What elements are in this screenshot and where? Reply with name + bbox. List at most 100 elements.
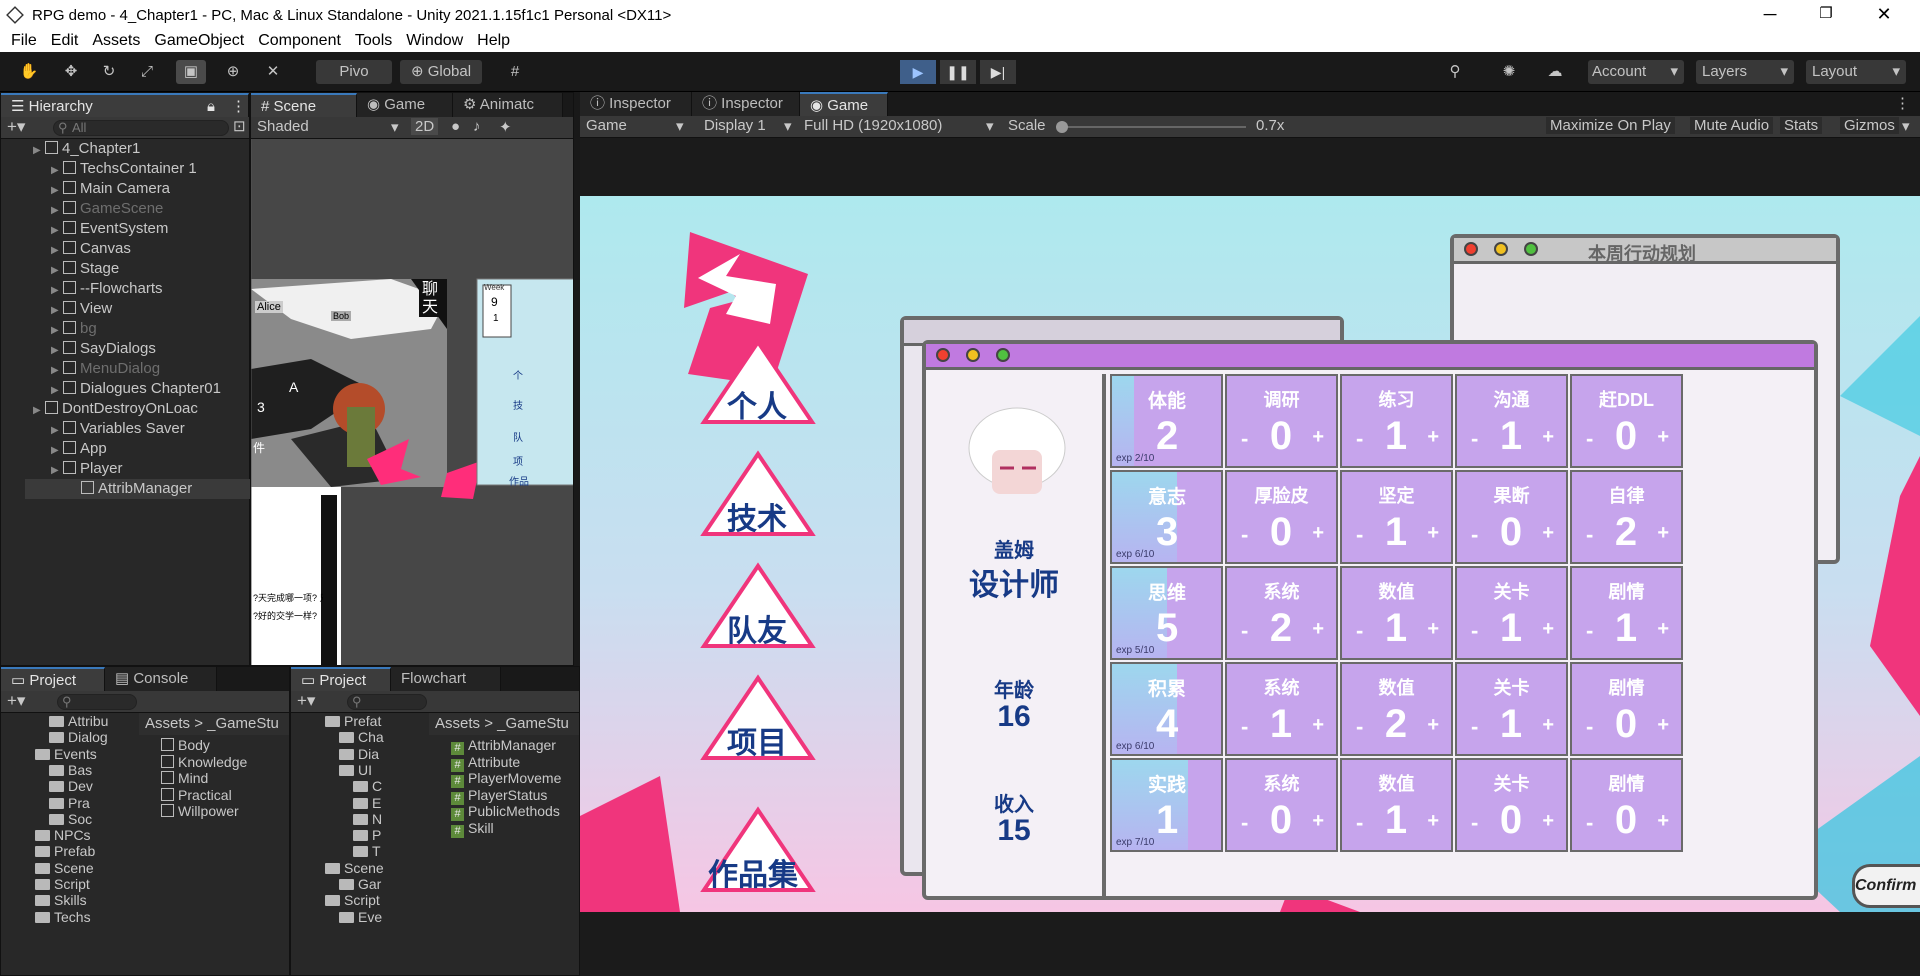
- folder-row[interactable]: Events: [1, 746, 137, 762]
- restore-button[interactable]: ❐: [1798, 0, 1854, 30]
- file-row[interactable]: # Skill: [451, 820, 494, 838]
- decrease-button[interactable]: -: [1586, 810, 1593, 836]
- game-canvas[interactable]: 个人 技术 队友 项目 作品集 本周行动规划 盖姆 设计师 年龄 16 收入 1…: [580, 196, 1920, 912]
- decrease-button[interactable]: -: [1241, 618, 1248, 644]
- scene-viewport[interactable]: Alice Bob 聊天 A 3 件 ?天完成哪一项? 兄 ?好的交学一样? W…: [251, 139, 573, 665]
- expand-arrow-icon[interactable]: ▶: [51, 361, 63, 381]
- resolution-dropdown[interactable]: Full HD (1920x1080): [804, 117, 942, 134]
- add-icon[interactable]: +▾: [7, 117, 25, 137]
- decrease-button[interactable]: -: [1241, 522, 1248, 548]
- collab-icon[interactable]: ✺: [1494, 60, 1524, 84]
- grid-snap-icon[interactable]: #: [500, 60, 530, 84]
- folder-row[interactable]: Eve: [291, 909, 427, 925]
- hierarchy-row[interactable]: ▶ TechsContainer 1: [25, 159, 251, 179]
- folder-row[interactable]: Gar: [291, 876, 427, 892]
- increase-button[interactable]: +: [1657, 714, 1669, 737]
- hierarchy-row[interactable]: ▶ GameScene: [25, 199, 251, 219]
- menu-item-3[interactable]: 队友: [702, 606, 812, 650]
- increase-button[interactable]: +: [1657, 810, 1669, 833]
- breadcrumb-gamestu[interactable]: _GameStu: [207, 715, 279, 732]
- increase-button[interactable]: +: [1312, 810, 1324, 833]
- menu-item-1[interactable]: 个人: [702, 382, 812, 426]
- hierarchy-row[interactable]: ▶ Main Camera: [25, 179, 251, 199]
- decrease-button[interactable]: -: [1586, 618, 1593, 644]
- expand-arrow-icon[interactable]: ▶: [51, 281, 63, 301]
- increase-button[interactable]: +: [1657, 522, 1669, 545]
- increase-button[interactable]: +: [1657, 426, 1669, 449]
- folder-row[interactable]: Scene: [291, 860, 427, 876]
- transform-tool-icon[interactable]: ⊕: [218, 60, 248, 84]
- lock-icon[interactable]: 🔒︎: [207, 95, 215, 119]
- hierarchy-row[interactable]: ▶ App: [25, 439, 251, 459]
- increase-button[interactable]: +: [1312, 618, 1324, 641]
- project-2-search-input[interactable]: ⚲: [347, 694, 427, 710]
- display-dropdown[interactable]: Display 1: [704, 117, 766, 134]
- decrease-button[interactable]: -: [1471, 618, 1478, 644]
- maximize-on-play-toggle[interactable]: Maximize On Play: [1546, 117, 1675, 134]
- search-icon[interactable]: ⚲: [1440, 60, 1470, 84]
- hierarchy-row[interactable]: ▶ bg: [25, 319, 251, 339]
- layers-dropdown[interactable]: Layers ▾: [1696, 60, 1794, 84]
- play-button[interactable]: ▶: [900, 60, 936, 84]
- filter-icon[interactable]: ⊡: [233, 117, 246, 135]
- game-view-dropdown[interactable]: Game: [586, 117, 627, 134]
- decrease-button[interactable]: -: [1586, 522, 1593, 548]
- increase-button[interactable]: +: [1427, 810, 1439, 833]
- decrease-button[interactable]: -: [1241, 714, 1248, 740]
- hand-tool-icon[interactable]: ✋: [14, 60, 44, 84]
- increase-button[interactable]: +: [1657, 618, 1669, 641]
- expand-arrow-icon[interactable]: ▶: [51, 201, 63, 221]
- rect-tool-icon[interactable]: ▣: [176, 60, 206, 84]
- hierarchy-row[interactable]: AttribManager: [25, 479, 251, 499]
- folder-row[interactable]: N: [291, 811, 427, 827]
- increase-button[interactable]: +: [1542, 426, 1554, 449]
- folder-row[interactable]: Prefab: [1, 843, 137, 859]
- breadcrumb-gamestu[interactable]: _GameStu: [497, 715, 569, 732]
- decrease-button[interactable]: -: [1586, 426, 1593, 452]
- increase-button[interactable]: +: [1312, 426, 1324, 449]
- mute-audio-toggle[interactable]: Mute Audio: [1690, 117, 1774, 134]
- hierarchy-search-input[interactable]: ⚲ All: [53, 120, 229, 136]
- folder-row[interactable]: Bas: [1, 762, 137, 778]
- add-icon[interactable]: +▾: [297, 691, 315, 711]
- file-row[interactable]: # AttribManager: [451, 737, 556, 755]
- hierarchy-row[interactable]: ▶ SayDialogs: [25, 339, 251, 359]
- decrease-button[interactable]: -: [1471, 810, 1478, 836]
- increase-button[interactable]: +: [1427, 426, 1439, 449]
- tab-inspector-2[interactable]: ⓘ Inspector: [692, 92, 800, 116]
- hierarchy-row[interactable]: ▶ DontDestroyOnLoac: [25, 399, 251, 419]
- project-1-search-input[interactable]: ⚲: [57, 694, 137, 710]
- decrease-button[interactable]: -: [1471, 426, 1478, 452]
- decrease-button[interactable]: -: [1356, 618, 1363, 644]
- expand-arrow-icon[interactable]: ▶: [51, 261, 63, 281]
- increase-button[interactable]: +: [1427, 522, 1439, 545]
- file-row[interactable]: Knowledge: [161, 754, 247, 770]
- hierarchy-row[interactable]: ▶ --Flowcharts: [25, 279, 251, 299]
- hierarchy-row[interactable]: ▶ Dialogues Chapter01: [25, 379, 251, 399]
- file-row[interactable]: # PublicMethods: [451, 803, 560, 821]
- effects-icon[interactable]: ✦: [499, 118, 512, 136]
- rotate-tool-icon[interactable]: ↻: [94, 60, 124, 84]
- increase-button[interactable]: +: [1312, 522, 1324, 545]
- kebab-icon[interactable]: ⋮: [231, 95, 246, 119]
- audio-icon[interactable]: ♪: [473, 118, 481, 135]
- scale-slider-thumb[interactable]: [1056, 121, 1068, 133]
- expand-arrow-icon[interactable]: ▶: [51, 421, 63, 441]
- folder-row[interactable]: Dev: [1, 778, 137, 794]
- step-button[interactable]: ▶|: [980, 60, 1016, 84]
- decrease-button[interactable]: -: [1471, 522, 1478, 548]
- decrease-button[interactable]: -: [1356, 714, 1363, 740]
- file-row[interactable]: # PlayerStatus: [451, 787, 547, 805]
- folder-row[interactable]: Dialog: [1, 729, 137, 745]
- folder-row[interactable]: E: [291, 795, 427, 811]
- menu-tools[interactable]: Tools: [355, 32, 392, 50]
- hierarchy-row[interactable]: ▶ EventSystem: [25, 219, 251, 239]
- tab-game[interactable]: ◉ Game: [800, 92, 888, 116]
- increase-button[interactable]: +: [1542, 714, 1554, 737]
- tab-hierarchy[interactable]: ☰ Hierarchy 🔒︎ ⋮: [1, 93, 249, 117]
- menu-assets[interactable]: Assets: [92, 32, 140, 50]
- stats-toggle[interactable]: Stats: [1780, 117, 1823, 134]
- tab-inspector-1[interactable]: ⓘ Inspector: [580, 92, 692, 116]
- increase-button[interactable]: +: [1542, 810, 1554, 833]
- menu-item-5[interactable]: 作品集: [688, 850, 818, 894]
